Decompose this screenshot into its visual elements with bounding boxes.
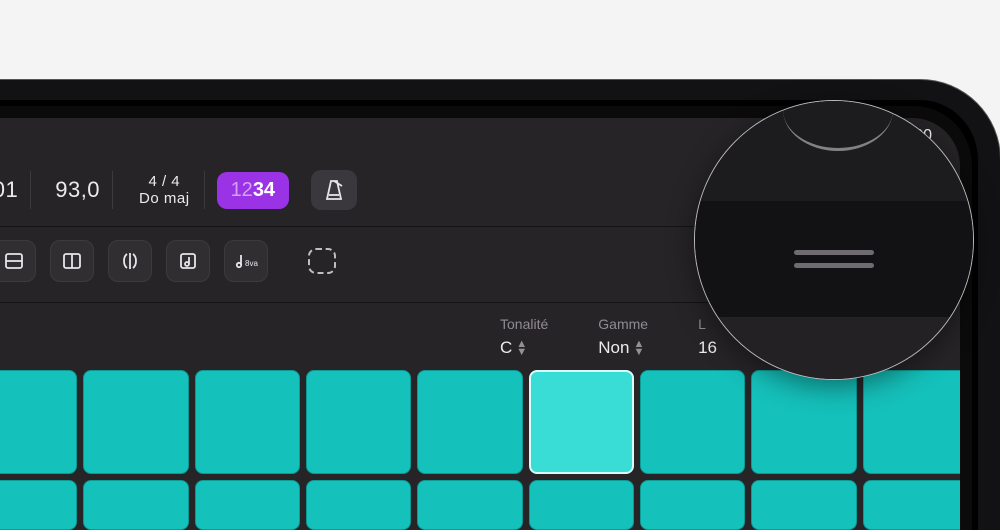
pad[interactable] xyxy=(83,370,188,474)
pad-grid xyxy=(0,370,960,530)
layout-rows-button[interactable] xyxy=(0,240,36,282)
magnifier-middle-region xyxy=(695,201,973,317)
pad[interactable] xyxy=(306,370,411,474)
octave-button[interactable]: 8va xyxy=(224,240,268,282)
count-dim: 12 xyxy=(231,179,253,202)
svg-text:8va: 8va xyxy=(245,259,258,268)
key-timesig[interactable]: 4 / 4 Do maj xyxy=(125,171,205,210)
pad[interactable] xyxy=(0,370,77,474)
pad[interactable] xyxy=(863,480,960,530)
stepper-icon: ▲▼ xyxy=(633,340,644,356)
selection-button[interactable] xyxy=(300,240,344,282)
count-in-badge[interactable]: 1234 xyxy=(217,172,290,209)
pad[interactable] xyxy=(306,480,411,530)
note-icon xyxy=(178,251,198,271)
pad[interactable] xyxy=(529,480,634,530)
magnifier-top-region xyxy=(695,101,973,201)
scale-value: Non xyxy=(598,338,629,358)
stepper-icon: ▲▼ xyxy=(516,340,527,356)
scale-label: Gamme xyxy=(598,316,648,332)
magnifier-bottom-region xyxy=(695,317,973,379)
tonality-picker[interactable]: Tonalité C ▲▼ xyxy=(500,316,548,358)
tempo-display[interactable]: 93,0 xyxy=(43,171,113,209)
metronome-icon xyxy=(322,178,346,202)
pad-row xyxy=(0,370,960,474)
pad[interactable] xyxy=(195,480,300,530)
tonality-label: Tonalité xyxy=(500,316,548,332)
drag-handle-icon[interactable] xyxy=(794,250,874,268)
scale-picker[interactable]: Gamme Non ▲▼ xyxy=(598,316,648,358)
split-icon xyxy=(120,251,140,271)
position-display[interactable]: 001 xyxy=(0,171,31,209)
metronome-button[interactable] xyxy=(311,170,357,210)
pad[interactable] xyxy=(751,370,856,474)
tonality-value: C xyxy=(500,338,512,358)
split-button[interactable] xyxy=(108,240,152,282)
pad[interactable] xyxy=(83,480,188,530)
count-bright: 34 xyxy=(253,179,275,202)
pad[interactable] xyxy=(417,370,522,474)
pad[interactable] xyxy=(751,480,856,530)
callout-magnifier xyxy=(694,100,974,380)
layout-columns-button[interactable] xyxy=(50,240,94,282)
selection-icon xyxy=(308,248,336,274)
view-toolbar: 8va xyxy=(0,240,344,282)
device-corner-arc-icon xyxy=(783,101,893,151)
pad[interactable] xyxy=(195,370,300,474)
octave-icon: 8va xyxy=(233,251,259,271)
note-button[interactable] xyxy=(166,240,210,282)
pad[interactable] xyxy=(640,370,745,474)
pad[interactable] xyxy=(0,480,77,530)
key-display: Do maj xyxy=(139,190,190,207)
pad-row xyxy=(0,480,960,530)
pad[interactable] xyxy=(640,480,745,530)
layout-columns-icon xyxy=(62,252,82,270)
transport-bar: 001 93,0 4 / 4 Do maj 1234 xyxy=(0,170,357,210)
pad-highlight[interactable] xyxy=(529,370,634,474)
pad[interactable] xyxy=(863,370,960,474)
time-signature: 4 / 4 xyxy=(148,173,180,190)
layout-rows-icon xyxy=(4,252,24,270)
pad[interactable] xyxy=(417,480,522,530)
